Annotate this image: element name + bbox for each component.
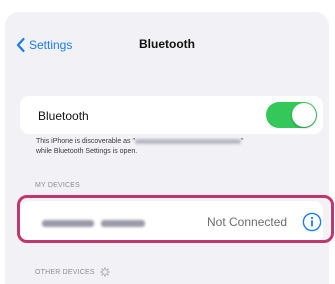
bluetooth-label: Bluetooth	[38, 109, 89, 123]
highlight-frame	[17, 195, 334, 243]
navigation-bar: Settings Bluetooth	[5, 12, 329, 82]
description-line-2: while Bluetooth Settings is open.	[36, 148, 138, 155]
other-devices-label: OTHER DEVICES	[35, 268, 95, 276]
my-devices-header: MY DEVICES	[35, 182, 81, 189]
page-title: Bluetooth	[139, 37, 195, 51]
bluetooth-toggle[interactable]	[266, 102, 317, 128]
bluetooth-toggle-row: Bluetooth	[20, 96, 323, 134]
toggle-knob	[292, 103, 316, 127]
redacted-device-name	[134, 138, 241, 144]
settings-screen: Settings Bluetooth Bluetooth This iPhone…	[5, 12, 329, 284]
description-line-1: This iPhone is discoverable as " "	[36, 137, 316, 147]
other-devices-header: OTHER DEVICES	[35, 267, 110, 277]
description-suffix: "	[240, 138, 244, 145]
description-prefix: This iPhone is discoverable as "	[36, 138, 135, 145]
discoverable-description: This iPhone is discoverable as " " while …	[36, 137, 316, 157]
activity-spinner-icon	[100, 267, 110, 277]
